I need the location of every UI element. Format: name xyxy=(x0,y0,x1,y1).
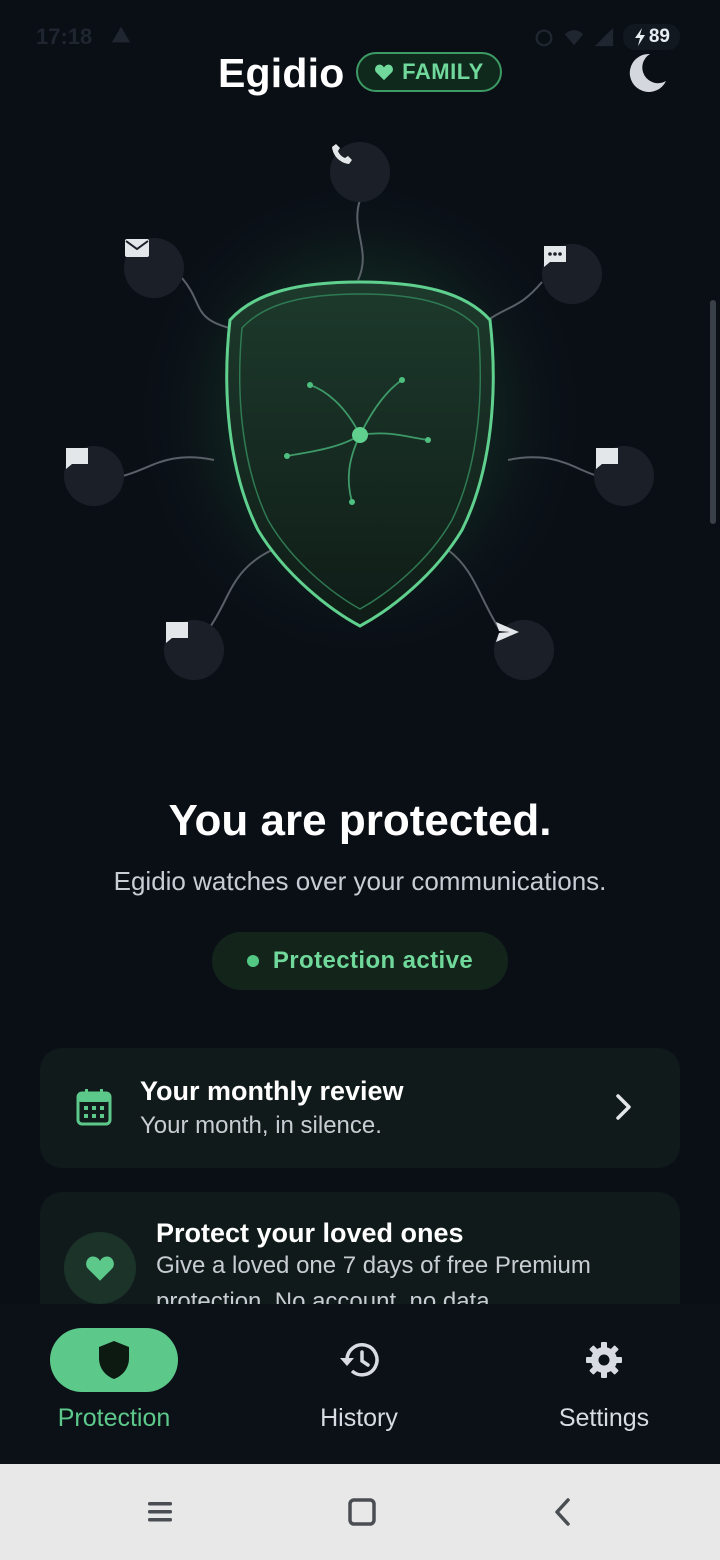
shield-hero xyxy=(0,130,720,710)
app-title: Egidio xyxy=(218,50,345,96)
nav-history-pill xyxy=(295,1328,423,1392)
heart-icon xyxy=(86,1256,114,1281)
protection-subheadline: Egidio watches over your communications. xyxy=(113,866,607,896)
gear-icon xyxy=(586,1342,622,1378)
chat-icon xyxy=(596,448,618,469)
plan-badge-label: FAMILY xyxy=(402,59,484,84)
system-navigation-bar xyxy=(0,1464,720,1560)
chevron-right-icon xyxy=(616,1094,631,1120)
protection-status-label: Protection active xyxy=(272,947,474,974)
send-node xyxy=(494,620,554,680)
mail-icon xyxy=(125,239,149,257)
app-header: Egidio FAMILY xyxy=(0,44,720,104)
nav-settings-pill xyxy=(540,1328,668,1392)
mail-node xyxy=(124,238,184,298)
nav-settings-label: Settings xyxy=(558,1404,650,1432)
phone-icon xyxy=(332,144,352,164)
monthly-review-card[interactable]: Your monthly review Your month, in silen… xyxy=(40,1048,680,1168)
home-icon[interactable] xyxy=(340,1490,384,1534)
scroll-indicator[interactable] xyxy=(710,300,716,524)
history-icon xyxy=(340,1343,379,1377)
loved-ones-title: Protect your loved ones xyxy=(156,1218,464,1248)
chat-node-bottom xyxy=(164,620,224,680)
nav-history-label: History xyxy=(320,1404,398,1432)
protection-headline: You are protected. xyxy=(168,796,552,845)
nav-history[interactable]: History xyxy=(259,1328,459,1438)
nav-settings[interactable]: Settings xyxy=(504,1328,704,1438)
plan-badge[interactable]: FAMILY xyxy=(356,52,502,92)
shield-icon xyxy=(99,1341,129,1379)
loved-ones-description-line1: Give a loved one 7 days of free Premium xyxy=(156,1252,591,1279)
heart-icon xyxy=(375,64,394,81)
monthly-review-subtitle: Your month, in silence. xyxy=(140,1112,382,1139)
protection-status-pill: Protection active xyxy=(212,932,508,990)
phone-node xyxy=(330,142,390,202)
monthly-review-title: Your monthly review xyxy=(140,1076,404,1106)
warning-icon xyxy=(111,26,131,43)
chat-dots-node xyxy=(542,244,602,304)
chat-icon xyxy=(166,622,188,643)
chat-icon xyxy=(66,448,88,469)
chat-node-left xyxy=(64,446,124,506)
nav-protection-pill xyxy=(50,1328,178,1392)
status-dot xyxy=(246,955,259,967)
heart-badge xyxy=(64,1232,136,1304)
chat-dots-icon xyxy=(544,246,566,267)
nav-protection-label: Protection xyxy=(57,1404,171,1432)
moon-icon[interactable] xyxy=(624,50,670,96)
back-icon[interactable] xyxy=(542,1490,586,1534)
bottom-navigation: Protection History Settings xyxy=(0,1304,720,1464)
nav-protection[interactable]: Protection xyxy=(14,1328,214,1438)
chat-node-right xyxy=(594,446,654,506)
menu-icon[interactable] xyxy=(138,1490,182,1534)
send-icon xyxy=(496,622,519,642)
app-screen: 17:18 89 Egidio FAMILY You are protected… xyxy=(0,0,720,1560)
shield-graphic xyxy=(121,190,599,690)
calendar-icon xyxy=(76,1089,112,1126)
